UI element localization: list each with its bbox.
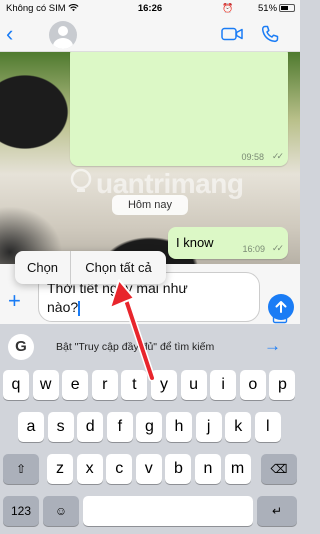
- watermark-text: uantrimang: [96, 168, 244, 199]
- watermark-bulb-icon: [70, 168, 92, 192]
- message-input-text: Thời tiết ngày mai như nào?: [47, 280, 188, 316]
- key-t[interactable]: t: [121, 370, 148, 400]
- chat-header: ‹: [0, 18, 300, 52]
- key-b[interactable]: b: [165, 454, 192, 484]
- key-o[interactable]: o: [239, 370, 266, 400]
- emoji-key[interactable]: ☺: [43, 496, 79, 526]
- read-ticks-icon: ✓✓: [271, 151, 284, 161]
- clock: 16:26: [137, 3, 163, 14]
- key-q[interactable]: q: [3, 370, 29, 400]
- key-z[interactable]: z: [47, 454, 73, 484]
- key-w[interactable]: w: [32, 370, 59, 400]
- space-key[interactable]: [83, 496, 253, 526]
- text-selection-menu: Chọn Chọn tất cả: [15, 251, 166, 284]
- key-m[interactable]: m: [224, 454, 251, 484]
- message-time: 16:09: [242, 244, 265, 254]
- avatar[interactable]: [49, 21, 77, 49]
- key-a[interactable]: a: [18, 412, 44, 442]
- phone-call-icon[interactable]: [261, 25, 279, 43]
- key-h[interactable]: h: [166, 412, 192, 442]
- keyboard: q w e r t y u i o p a s d f g h j k l ⇧ z x c v b n m ⌫ 123 ☺ ↵: [0, 364, 300, 534]
- key-j[interactable]: j: [195, 412, 222, 442]
- video-call-icon[interactable]: [221, 27, 243, 41]
- google-icon[interactable]: G: [8, 334, 34, 360]
- outgoing-message-bubble[interactable]: I know 16:09 ✓✓: [168, 227, 288, 259]
- battery-icon: [279, 4, 295, 12]
- select-menu-item[interactable]: Chọn: [15, 251, 71, 284]
- message-time: 09:58: [241, 152, 264, 162]
- key-c[interactable]: c: [106, 454, 133, 484]
- key-k[interactable]: k: [225, 412, 252, 442]
- send-arrow-icon: [275, 301, 287, 313]
- key-v[interactable]: v: [135, 454, 162, 484]
- key-l[interactable]: l: [254, 412, 281, 442]
- key-p[interactable]: p: [269, 370, 296, 400]
- alarm-icon: ⏰: [222, 3, 234, 13]
- numbers-key[interactable]: 123: [3, 496, 39, 526]
- key-i[interactable]: i: [210, 370, 237, 400]
- message-text: I know: [176, 235, 214, 250]
- return-key[interactable]: ↵: [257, 496, 297, 526]
- battery-percent: 51%: [258, 3, 278, 14]
- key-x[interactable]: x: [76, 454, 103, 484]
- key-y[interactable]: y: [151, 370, 177, 400]
- back-chevron-icon[interactable]: ‹: [6, 23, 13, 45]
- key-n[interactable]: n: [195, 454, 221, 484]
- select-all-menu-item[interactable]: Chọn tất cả: [71, 251, 166, 284]
- keyboard-suggestion-bar: G Bật "Truy cập đầy đủ" để tìm kiếm →: [0, 330, 300, 364]
- delete-key[interactable]: ⌫: [261, 454, 297, 484]
- key-s[interactable]: s: [47, 412, 74, 442]
- attach-plus-icon[interactable]: +: [8, 290, 21, 312]
- status-bar: Không có SIM 16:26 ⏰ 51%: [0, 0, 300, 18]
- text-cursor: [78, 300, 81, 316]
- key-u[interactable]: u: [180, 370, 207, 400]
- outgoing-message-bubble[interactable]: 09:58 ✓✓: [70, 52, 288, 166]
- arrow-right-icon[interactable]: →: [264, 336, 281, 356]
- key-e[interactable]: e: [62, 370, 89, 400]
- shift-key[interactable]: ⇧: [3, 454, 39, 484]
- suggestion-text[interactable]: Bật "Truy cập đầy đủ" để tìm kiếm: [56, 341, 214, 353]
- send-button[interactable]: [268, 294, 294, 320]
- read-ticks-icon: ✓✓: [271, 243, 284, 253]
- key-d[interactable]: d: [77, 412, 104, 442]
- key-g[interactable]: g: [136, 412, 163, 442]
- key-f[interactable]: f: [106, 412, 133, 442]
- key-r[interactable]: r: [91, 370, 118, 400]
